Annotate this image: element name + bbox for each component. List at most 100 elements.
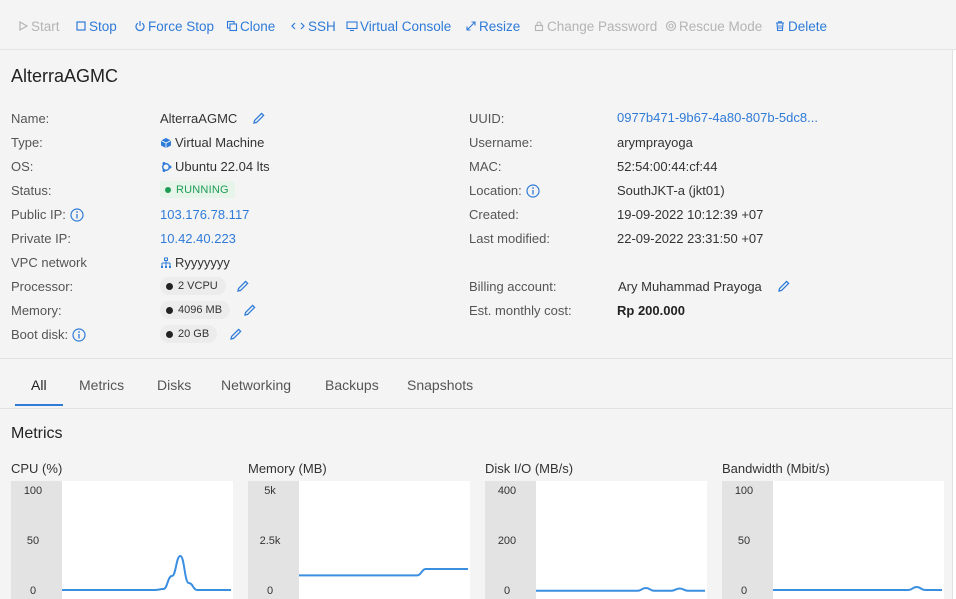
series-line [62,554,231,591]
copy-icon [225,20,238,33]
stop-button[interactable]: Stop [74,17,117,35]
trash-icon [773,20,786,33]
processor-label: Processor: [11,279,74,294]
code-icon [290,20,306,33]
name-label: Name: [11,111,50,126]
tab-disks[interactable]: Disks [157,377,191,393]
cpu-chart: 100 50 0 [11,481,233,599]
ubuntu-icon [159,160,172,173]
edit-name-pencil-icon[interactable] [252,111,266,125]
monitor-icon [345,20,358,33]
stop-icon [74,20,87,33]
page-title: AlterraAGMC [11,66,119,86]
divider [0,408,952,409]
play-icon [16,20,29,33]
bandwidth-plot [773,585,942,591]
username-label: Username: [469,135,533,150]
vpc-network-label: VPC network [11,255,87,270]
status-badge: RUNNING [160,181,235,198]
vpc-network-value: Ryyyyyyy [159,255,230,270]
dot-icon [166,330,173,338]
memory-chart-title: Memory (MB) [248,461,327,476]
clone-button[interactable]: Clone [225,17,275,35]
memory-chart: 5k 2.5k 0 [248,481,470,599]
memory-pill: 4096 MB [160,301,231,319]
edit-processor-pencil-icon[interactable] [236,279,250,293]
network-tree-icon [159,256,172,269]
series-line [536,586,705,592]
memory-plot [299,568,468,577]
mac-label: MAC: [469,159,502,174]
power-icon [133,20,146,33]
public-ip-label: Public IP: [11,207,84,222]
public-ip-value[interactable]: 103.176.78.117 [160,207,249,222]
cpu-plot [62,554,231,591]
rescue-mode-button[interactable]: Rescue Mode [664,17,762,35]
created-value: 19-09-2022 10:12:39 +07 [617,207,764,222]
last-modified-value: 22-09-2022 23:31:50 +07 [617,231,764,246]
tab-all[interactable]: All [31,377,47,393]
dot-icon [166,282,173,290]
edit-memory-pencil-icon[interactable] [243,303,257,317]
info-icon[interactable] [70,207,84,222]
series-line [299,568,468,577]
private-ip-value[interactable]: 10.42.40.223 [160,231,236,246]
disk-io-plot [536,586,705,592]
dot-icon [166,306,173,314]
disk-io-chart: 400 200 0 [485,481,707,599]
bandwidth-chart: 100 50 0 [722,481,944,599]
location-label: Location: [469,183,540,198]
expand-icon [464,20,477,33]
delete-button[interactable]: Delete [773,17,827,35]
name-value: AlterraAGMC [160,111,238,126]
cube-icon [159,136,172,149]
mac-value: 52:54:00:44:cf:44 [617,159,718,174]
info-icon[interactable] [526,183,540,198]
memory-label: Memory: [11,303,62,318]
lifebuoy-icon [664,20,677,33]
uuid-value[interactable]: 0977b471-9b67-4a80-807b-5dc8... [617,110,818,125]
boot-disk-label: Boot disk: [11,327,86,342]
boot-disk-pill: 20 GB [160,325,218,343]
uuid-label: UUID: [469,111,505,126]
created-label: Created: [469,207,519,222]
metrics-section-title: Metrics [11,425,63,442]
tab-snapshots[interactable]: Snapshots [407,377,473,393]
edit-boot-disk-pencil-icon[interactable] [229,327,243,341]
billing-account-value: Ary Muhammad Prayoga [618,279,762,294]
cpu-chart-title: CPU (%) [11,461,63,476]
est-monthly-cost-value: Rp 200.000 [617,303,685,318]
est-monthly-cost-label: Est. monthly cost: [469,303,572,318]
os-label: OS: [11,159,34,174]
change-password-button[interactable]: Change Password [532,17,657,35]
last-modified-label: Last modified: [469,231,550,246]
tab-networking[interactable]: Networking [221,377,291,393]
type-label: Type: [11,135,43,150]
divider [0,358,952,359]
location-value: SouthJKT-a (jkt01) [617,183,725,198]
os-value: Ubuntu 22.04 lts [159,159,270,174]
info-icon[interactable] [72,327,86,342]
lock-icon [532,20,545,33]
username-value: arymprayoga [617,135,693,150]
virtual-console-button[interactable]: Virtual Console [345,17,451,35]
bandwidth-chart-title: Bandwidth (Mbit/s) [722,461,830,476]
status-label: Status: [11,183,52,198]
edit-billing-pencil-icon[interactable] [777,279,791,293]
ssh-button[interactable]: SSH [290,17,336,35]
action-toolbar: Start Stop Force Stop Clone SSH Virtual … [0,0,956,50]
start-button[interactable]: Start [16,17,60,35]
active-tab-indicator [15,404,63,406]
private-ip-label: Private IP: [11,231,71,246]
billing-account-label: Billing account: [469,279,557,294]
tab-backups[interactable]: Backups [325,377,379,393]
resize-button[interactable]: Resize [464,17,520,35]
force-stop-button[interactable]: Force Stop [133,17,214,35]
type-value: Virtual Machine [159,135,264,150]
status-dot-icon [165,186,171,193]
series-line [773,585,942,591]
tab-metrics[interactable]: Metrics [79,377,124,393]
disk-io-chart-title: Disk I/O (MB/s) [485,461,574,476]
processor-pill: 2 VCPU [160,277,226,295]
scrollbar-track[interactable] [952,50,956,599]
